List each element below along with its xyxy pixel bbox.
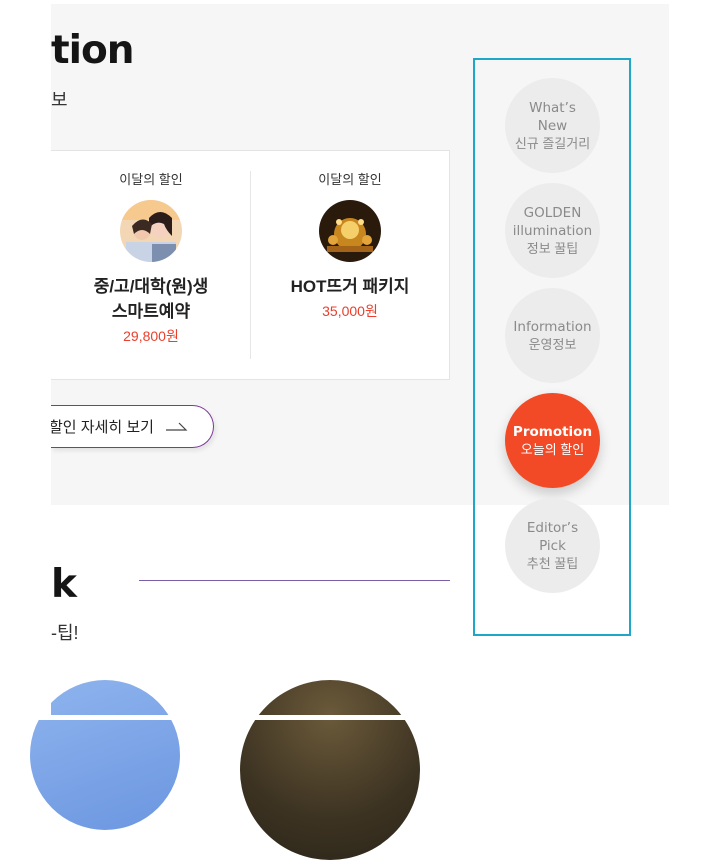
nav-item-whats-new[interactable]: What’s New 신규 즐길거리 <box>505 78 600 173</box>
arrow-right-icon <box>165 418 188 435</box>
nav-item-editors-pick[interactable]: Editor’s Pick 추천 꿀팁 <box>505 498 600 593</box>
nav-item-golden-illumination[interactable]: GOLDEN illumination 정보 꿀팁 <box>505 183 600 278</box>
promotion-item[interactable]: 이달의 할인 HOT뜨거 패키지 35,000원 <box>250 151 450 321</box>
item-price: 35,000원 <box>322 303 378 319</box>
discount-detail-button[interactable]: 할인 자세히 보기 <box>49 405 214 448</box>
item-name: 중/고/대학(원)생 스마트예약 <box>93 277 209 321</box>
item-thumbnail <box>319 200 381 262</box>
promotion-card: 이달의 할인 중/고/대학(원)생 스마트예약 29,800원 이달의 할인 H… <box>51 150 450 380</box>
editors-pick-subtitle: -팁! <box>51 623 79 643</box>
editor-pick-thumbnail[interactable] <box>30 680 180 830</box>
item-tag: 이달의 할인 <box>318 172 382 187</box>
item-tag: 이달의 할인 <box>119 172 183 187</box>
viewport-edge <box>0 715 720 720</box>
nav-item-promotion[interactable]: Promotion 오늘의 할인 <box>505 393 600 488</box>
item-thumbnail <box>120 200 182 262</box>
side-navigation: What’s New 신규 즐길거리 GOLDEN illumination 정… <box>473 58 631 636</box>
promotion-item[interactable]: 이달의 할인 중/고/대학(원)생 스마트예약 29,800원 <box>51 151 251 346</box>
editors-pick-title: k <box>51 562 77 607</box>
editor-pick-thumbnail[interactable] <box>240 680 420 860</box>
viewport-edge <box>0 0 51 720</box>
section-divider-line <box>139 580 450 581</box>
item-name: HOT뜨거 패키지 <box>290 277 410 296</box>
item-price: 29,800원 <box>123 328 179 344</box>
nav-item-information[interactable]: Information 운영정보 <box>505 288 600 383</box>
promotion-subtitle: 보 <box>51 90 68 110</box>
promotion-title: tion <box>51 28 135 73</box>
